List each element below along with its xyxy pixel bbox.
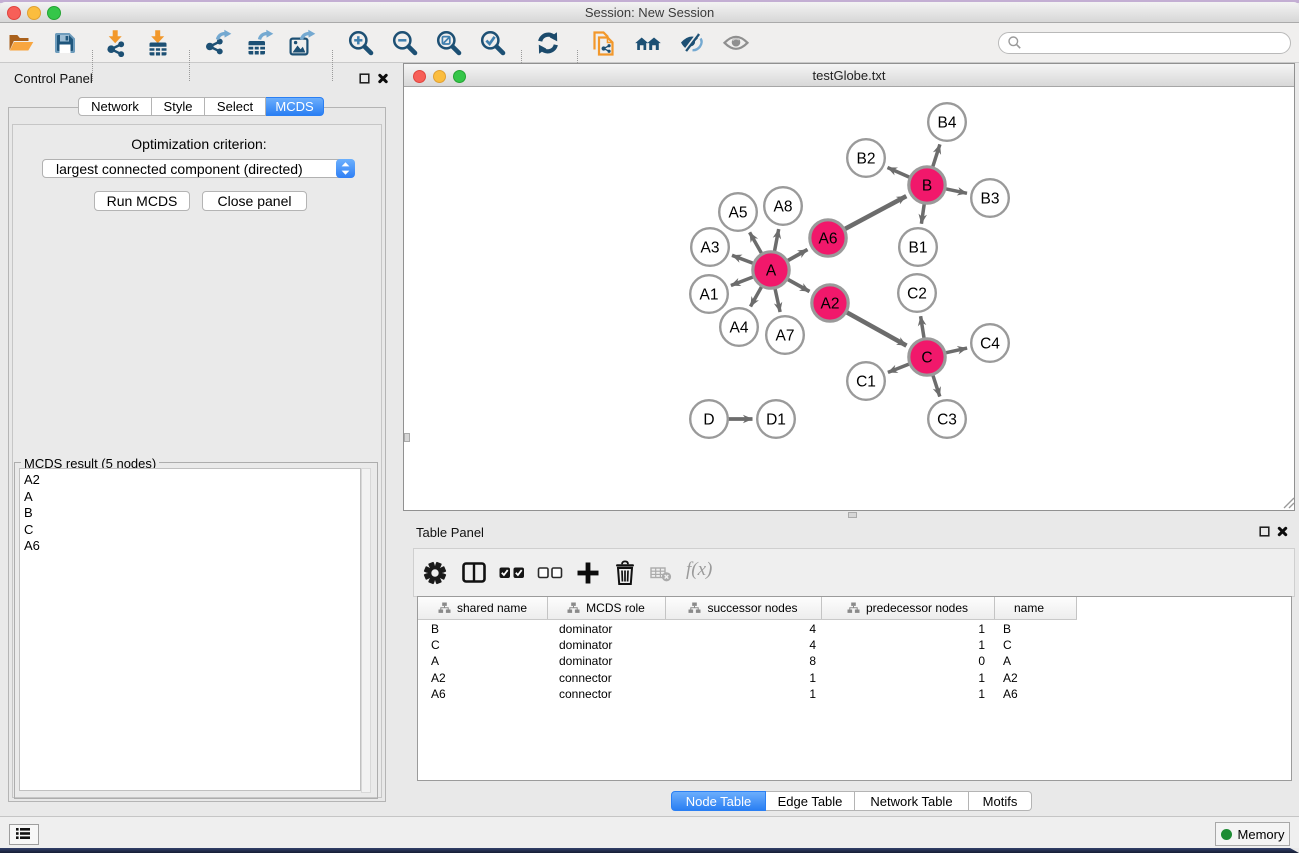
svg-text:C2: C2 bbox=[907, 285, 927, 302]
svg-text:B: B bbox=[922, 177, 932, 194]
svg-text:C1: C1 bbox=[856, 373, 876, 390]
svg-text:B4: B4 bbox=[938, 114, 957, 131]
svg-text:C4: C4 bbox=[980, 335, 1000, 352]
svg-text:A7: A7 bbox=[776, 327, 795, 344]
svg-text:A6: A6 bbox=[819, 230, 838, 247]
svg-text:A2: A2 bbox=[821, 295, 840, 312]
svg-text:C3: C3 bbox=[937, 411, 957, 428]
svg-text:D1: D1 bbox=[766, 411, 786, 428]
svg-text:B2: B2 bbox=[857, 150, 876, 167]
svg-text:A1: A1 bbox=[700, 286, 719, 303]
svg-text:B1: B1 bbox=[909, 239, 928, 256]
svg-text:C: C bbox=[921, 349, 932, 366]
svg-text:A8: A8 bbox=[774, 198, 793, 215]
svg-text:A4: A4 bbox=[730, 319, 749, 336]
svg-text:A3: A3 bbox=[701, 239, 720, 256]
svg-text:A5: A5 bbox=[729, 204, 748, 221]
svg-text:D: D bbox=[703, 411, 714, 428]
svg-text:A: A bbox=[766, 262, 777, 279]
svg-text:B3: B3 bbox=[981, 190, 1000, 207]
